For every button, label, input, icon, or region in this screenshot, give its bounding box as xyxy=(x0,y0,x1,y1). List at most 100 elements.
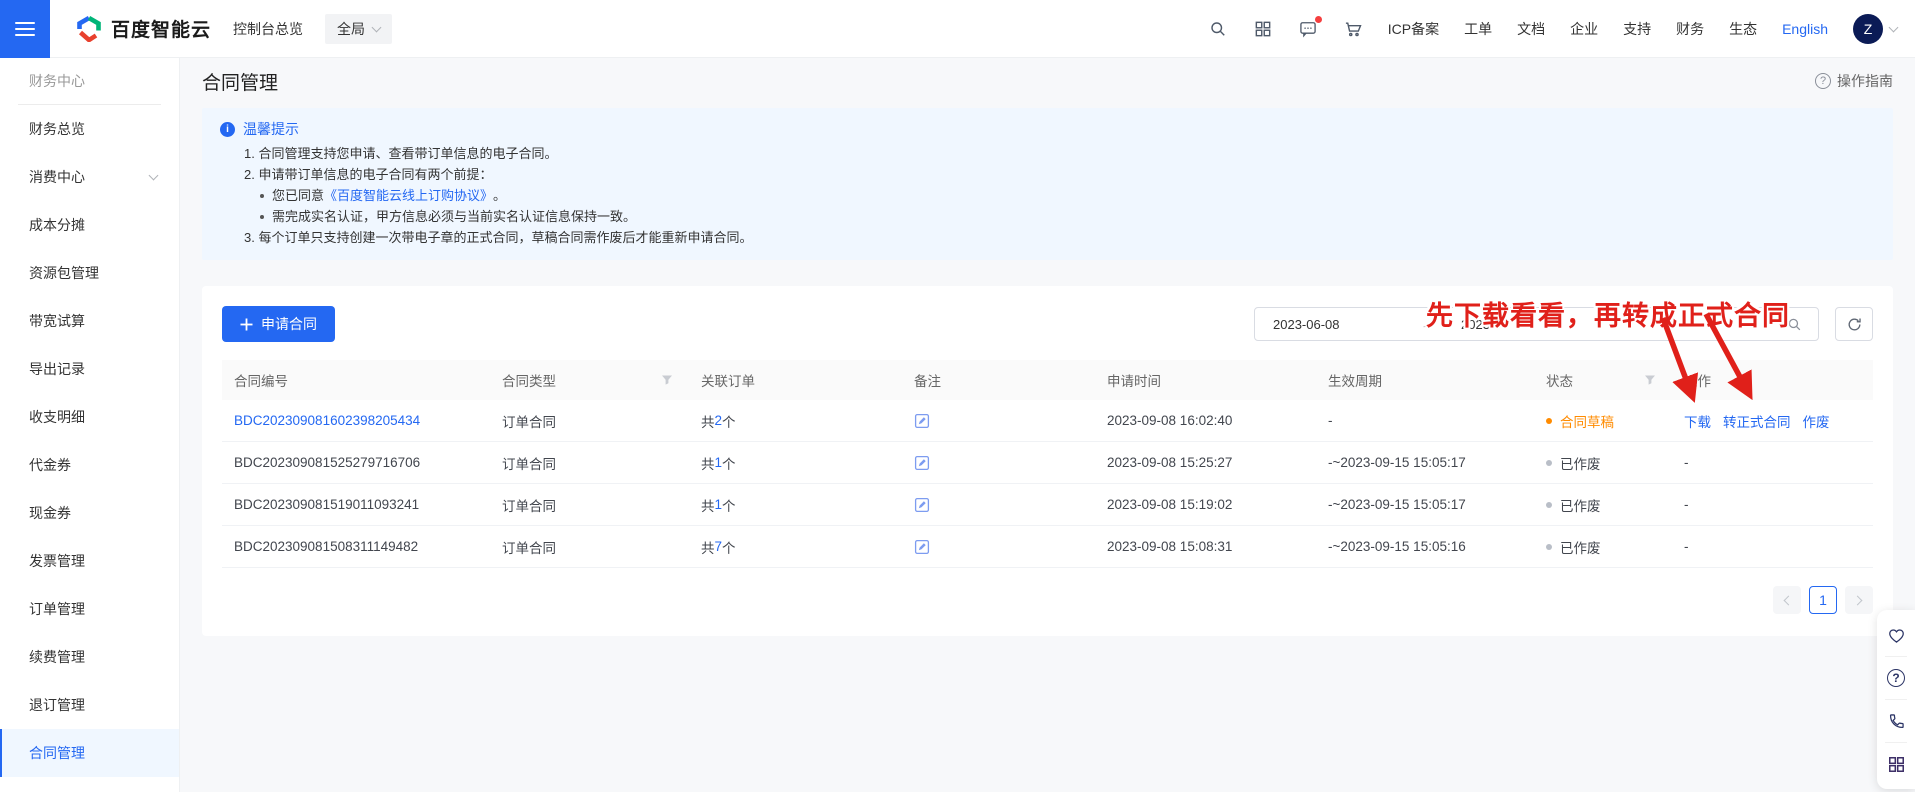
apps-grid-icon[interactable] xyxy=(1253,19,1273,39)
filter-icon[interactable] xyxy=(1644,374,1656,386)
sidebar-item-finance-overview[interactable]: 财务总览 xyxy=(0,105,179,153)
refresh-button[interactable] xyxy=(1835,307,1873,341)
nav-link-icp[interactable]: ICP备案 xyxy=(1388,19,1439,39)
contract-type: 订单合同 xyxy=(502,453,556,473)
status-dot xyxy=(1546,460,1552,466)
status-badge: 已作废 xyxy=(1546,537,1601,557)
linked-orders: 共2个 xyxy=(689,411,902,431)
prev-page-button[interactable] xyxy=(1773,586,1801,614)
favorite-heart-icon[interactable] xyxy=(1877,614,1915,656)
apply-time: 2023-09-08 15:25:27 xyxy=(1107,455,1232,470)
linked-orders: 共1个 xyxy=(689,495,902,515)
apply-contract-button[interactable]: 申请合同 xyxy=(222,306,335,342)
sidebar-item-income-expense[interactable]: 收支明细 xyxy=(0,393,179,441)
effective-period: -~2023-09-15 15:05:17 xyxy=(1328,455,1466,470)
help-icon[interactable]: ? xyxy=(1877,657,1915,699)
table-row: BDC202309081602398205434 订单合同 共2个 2023-0… xyxy=(222,400,1873,442)
nav-link-support[interactable]: 支持 xyxy=(1623,19,1651,39)
status-dot xyxy=(1546,418,1552,424)
console-overview-link[interactable]: 控制台总览 xyxy=(233,19,303,39)
orders-count-link[interactable]: 7 xyxy=(715,539,723,554)
apps-grid-icon[interactable] xyxy=(1877,743,1915,785)
effective-period: - xyxy=(1328,413,1333,428)
sidebar-item-cash-coupon[interactable]: 现金券 xyxy=(0,489,179,537)
orders-count-link[interactable]: 1 xyxy=(715,497,723,512)
orders-count-link[interactable]: 1 xyxy=(715,455,723,470)
date-start-value[interactable]: 2023-06-08 xyxy=(1273,317,1421,332)
notice-bullet-1: 您已同意 《百度智能云线上订购协议》 。 xyxy=(244,185,1875,206)
filter-icon[interactable] xyxy=(661,374,673,386)
status-badge: 合同草稿 xyxy=(1546,411,1614,431)
status-badge: 已作废 xyxy=(1546,453,1601,473)
effective-period: -~2023-09-15 15:05:16 xyxy=(1328,539,1466,554)
operation-guide-link[interactable]: ? 操作指南 xyxy=(1815,71,1893,91)
account-menu[interactable]: Z xyxy=(1853,14,1897,44)
sidebar-item-cost-allocation[interactable]: 成本分摊 xyxy=(0,201,179,249)
nav-link-enterprise[interactable]: 企业 xyxy=(1570,19,1598,39)
nav-link-ecosystem[interactable]: 生态 xyxy=(1729,19,1757,39)
avatar[interactable]: Z xyxy=(1853,14,1883,44)
operation-guide-label: 操作指南 xyxy=(1837,71,1893,91)
contracts-table: 合同编号 合同类型 关联订单 备注 申请时间 生效周期 状态 操作 xyxy=(222,360,1873,568)
col-effective-period: 生效周期 xyxy=(1316,370,1534,390)
cart-icon[interactable] xyxy=(1343,19,1363,39)
sidebar: 财务中心 财务总览 消费中心 成本分摊 资源包管理 带宽试算 导出记录 收支明细… xyxy=(0,58,180,792)
contract-list-card: 申请合同 2023-06-08 → 2023-0 xyxy=(202,286,1893,636)
table-header-row: 合同编号 合同类型 关联订单 备注 申请时间 生效周期 状态 操作 xyxy=(222,360,1873,400)
next-page-button[interactable] xyxy=(1845,586,1873,614)
orders-count-link[interactable]: 2 xyxy=(715,413,723,428)
sidebar-item-invoice-management[interactable]: 发票管理 xyxy=(0,537,179,585)
nav-link-finance[interactable]: 财务 xyxy=(1676,19,1704,39)
language-switch[interactable]: English xyxy=(1782,21,1828,37)
contract-no: BDC202309081519011093241 xyxy=(234,497,419,512)
contract-type: 订单合同 xyxy=(502,495,556,515)
sidebar-item-voucher[interactable]: 代金券 xyxy=(0,441,179,489)
linked-orders: 共1个 xyxy=(689,453,902,473)
phone-contact-icon[interactable] xyxy=(1877,700,1915,742)
status-badge: 已作废 xyxy=(1546,495,1601,515)
region-selector[interactable]: 全局 xyxy=(325,14,392,44)
plus-icon xyxy=(240,318,253,331)
hamburger-menu-button[interactable] xyxy=(0,0,50,58)
sidebar-item-export-records[interactable]: 导出记录 xyxy=(0,345,179,393)
edit-remark-icon[interactable] xyxy=(914,455,930,471)
sidebar-item-consume-center[interactable]: 消费中心 xyxy=(0,153,179,201)
bullet-dot xyxy=(260,215,264,219)
nav-link-docs[interactable]: 文档 xyxy=(1517,19,1545,39)
sidebar-item-bandwidth-calc[interactable]: 带宽试算 xyxy=(0,297,179,345)
nav-link-tickets[interactable]: 工单 xyxy=(1464,19,1492,39)
edit-remark-icon[interactable] xyxy=(914,539,930,555)
effective-period: -~2023-09-15 15:05:17 xyxy=(1328,497,1466,512)
sidebar-item-unsubscribe-management[interactable]: 退订管理 xyxy=(0,681,179,729)
sidebar-item-renewal-management[interactable]: 续费管理 xyxy=(0,633,179,681)
col-contract-type: 合同类型 xyxy=(490,370,689,390)
messages-icon[interactable] xyxy=(1298,19,1318,39)
edit-remark-icon[interactable] xyxy=(914,413,930,429)
sidebar-item-order-management[interactable]: 订单管理 xyxy=(0,585,179,633)
row-actions: 下载 转正式合同 作废 xyxy=(1684,411,1830,431)
notice-body: 1. 合同管理支持您申请、查看带订单信息的电子合同。 2. 申请带订单信息的电子… xyxy=(220,143,1875,248)
search-icon[interactable] xyxy=(1208,19,1228,39)
notice-line-3: 3. 每个订单只支持创建一次带电子章的正式合同，草稿合同需作废后才能重新申请合同… xyxy=(244,227,1875,248)
status-dot xyxy=(1546,502,1552,508)
current-page-button[interactable]: 1 xyxy=(1809,586,1837,614)
purchase-agreement-link[interactable]: 《百度智能云线上订购协议》 xyxy=(324,185,493,206)
sidebar-item-resource-package[interactable]: 资源包管理 xyxy=(0,249,179,297)
status-dot xyxy=(1546,544,1552,550)
col-contract-no: 合同编号 xyxy=(222,370,490,390)
top-bar-right: ICP备案 工单 文档 企业 支持 财务 生态 English Z xyxy=(1208,14,1915,44)
convert-to-formal-action[interactable]: 转正式合同 xyxy=(1723,411,1791,431)
notice-line-2: 2. 申请带订单信息的电子合同有两个前提： xyxy=(244,164,1875,185)
download-action[interactable]: 下载 xyxy=(1684,411,1711,431)
chevron-down-icon xyxy=(372,22,382,32)
contract-type: 订单合同 xyxy=(502,537,556,557)
void-action[interactable]: 作废 xyxy=(1803,411,1830,431)
notice-banner: i 温馨提示 1. 合同管理支持您申请、查看带订单信息的电子合同。 2. 申请带… xyxy=(202,108,1893,260)
apply-time: 2023-09-08 15:19:02 xyxy=(1107,497,1232,512)
actions-placeholder: - xyxy=(1684,455,1689,470)
brand-logo-icon xyxy=(76,16,102,42)
edit-remark-icon[interactable] xyxy=(914,497,930,513)
sidebar-item-contract-management[interactable]: 合同管理 xyxy=(0,729,179,777)
contract-no-link[interactable]: BDC202309081602398205434 xyxy=(234,413,420,428)
brand-logo[interactable]: 百度智能云 xyxy=(76,15,211,42)
